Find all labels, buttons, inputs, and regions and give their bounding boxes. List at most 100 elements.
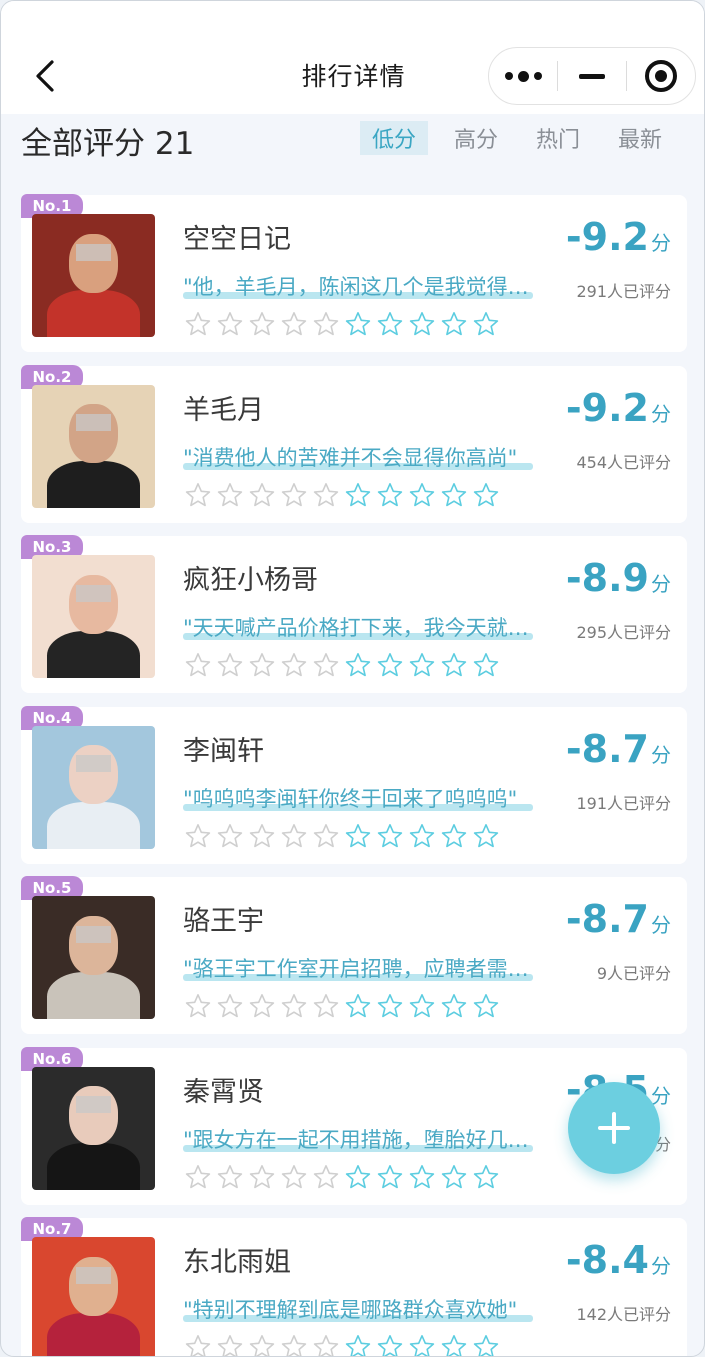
star-icon[interactable] [249, 1164, 275, 1194]
star-icon[interactable] [249, 482, 275, 512]
rating-stars[interactable] [185, 482, 499, 512]
star-icon[interactable] [281, 993, 307, 1023]
top-comment[interactable]: "骆王宇工作室开启招聘，应聘者需要有过被网暴的经历" [183, 953, 533, 983]
star-icon[interactable] [313, 652, 339, 682]
star-icon[interactable] [249, 311, 275, 341]
star-icon[interactable] [377, 993, 403, 1023]
avatar[interactable] [32, 1066, 155, 1190]
star-icon[interactable] [217, 652, 243, 682]
ranking-card-4[interactable]: No.4 李闽轩 "呜呜呜李闽轩你终于回来了呜呜呜" -8.7 分 191人已评分 [21, 705, 687, 864]
star-icon[interactable] [281, 1164, 307, 1194]
rating-stars[interactable] [185, 1334, 499, 1356]
star-icon[interactable] [313, 482, 339, 512]
star-icon[interactable] [473, 652, 499, 682]
star-icon[interactable] [409, 652, 435, 682]
rating-stars[interactable] [185, 993, 499, 1023]
star-icon[interactable] [441, 1334, 467, 1356]
star-icon[interactable] [313, 311, 339, 341]
top-comment[interactable]: "他，羊毛月，陈闲这几个是我觉得最恶心的网红" [183, 271, 533, 301]
ranking-card-3[interactable]: No.3 疯狂小杨哥 "天天喊产品价格打下来，我今天就把你打下来" -8.9分 … [21, 535, 687, 693]
sort-tab-low-score[interactable]: 低分 [359, 121, 428, 155]
star-icon[interactable] [473, 482, 499, 512]
star-icon[interactable] [441, 482, 467, 512]
star-icon[interactable] [249, 652, 275, 682]
star-icon[interactable] [345, 311, 371, 341]
star-icon[interactable] [217, 1164, 243, 1194]
star-icon[interactable] [473, 311, 499, 341]
star-icon[interactable] [409, 993, 435, 1023]
star-icon[interactable] [409, 1164, 435, 1194]
more-button[interactable] [489, 48, 557, 104]
star-icon[interactable] [185, 311, 211, 341]
rating-stars[interactable] [185, 1164, 499, 1194]
top-comment[interactable]: "消费他人的苦难并不会显得你高尚" [183, 442, 533, 472]
star-icon[interactable] [345, 993, 371, 1023]
avatar[interactable] [32, 384, 155, 508]
star-icon[interactable] [409, 311, 435, 341]
star-icon[interactable] [409, 823, 435, 853]
star-icon[interactable] [441, 823, 467, 853]
star-icon[interactable] [441, 652, 467, 682]
star-icon[interactable] [473, 823, 499, 853]
star-icon[interactable] [313, 993, 339, 1023]
star-icon[interactable] [185, 1164, 211, 1194]
star-icon[interactable] [249, 993, 275, 1023]
star-icon[interactable] [185, 823, 211, 853]
rating-stars[interactable] [185, 652, 499, 682]
star-icon[interactable] [345, 482, 371, 512]
star-icon[interactable] [473, 993, 499, 1023]
top-comment[interactable]: "特别不理解到底是哪路群众喜欢她" [183, 1294, 533, 1324]
star-icon[interactable] [281, 311, 307, 341]
ranking-card-5[interactable]: No.5 骆王宇 "骆王宇工作室开启招聘，应聘者需要有过被网暴的经历" -8.7… [21, 876, 687, 1034]
add-rating-button[interactable] [568, 1082, 660, 1174]
avatar[interactable] [32, 555, 155, 678]
star-icon[interactable] [249, 1334, 275, 1356]
star-icon[interactable] [377, 1164, 403, 1194]
star-icon[interactable] [313, 1334, 339, 1356]
star-icon[interactable] [345, 1164, 371, 1194]
star-icon[interactable] [217, 823, 243, 853]
star-icon[interactable] [281, 1334, 307, 1356]
star-icon[interactable] [217, 482, 243, 512]
star-icon[interactable] [345, 652, 371, 682]
star-icon[interactable] [185, 1334, 211, 1356]
sort-tab-high-score[interactable]: 高分 [442, 121, 510, 155]
avatar[interactable] [32, 1237, 155, 1356]
star-icon[interactable] [217, 993, 243, 1023]
star-icon[interactable] [473, 1334, 499, 1356]
avatar[interactable] [32, 725, 155, 849]
star-icon[interactable] [281, 482, 307, 512]
ranking-card-1[interactable]: No.1 空空日记 "他，羊毛月，陈闲这几个是我觉得最恶心的网红" -9.2分 … [21, 194, 687, 352]
star-icon[interactable] [441, 1164, 467, 1194]
star-icon[interactable] [473, 1164, 499, 1194]
star-icon[interactable] [217, 311, 243, 341]
minimize-button[interactable] [558, 48, 626, 104]
star-icon[interactable] [377, 652, 403, 682]
rating-stars[interactable] [185, 823, 499, 853]
star-icon[interactable] [377, 1334, 403, 1356]
rating-stars[interactable] [185, 311, 499, 341]
ranking-card-7[interactable]: No.7 东北雨姐 "特别不理解到底是哪路群众喜欢她" -8.4 分 142人已评… [21, 1217, 687, 1356]
top-comment[interactable]: "呜呜呜李闽轩你终于回来了呜呜呜" [183, 783, 533, 813]
star-icon[interactable] [409, 482, 435, 512]
top-comment[interactable]: "天天喊产品价格打下来，我今天就把你打下来" [183, 612, 533, 642]
star-icon[interactable] [313, 1164, 339, 1194]
avatar[interactable] [32, 214, 155, 337]
star-icon[interactable] [185, 652, 211, 682]
star-icon[interactable] [441, 311, 467, 341]
star-icon[interactable] [441, 993, 467, 1023]
star-icon[interactable] [217, 1334, 243, 1356]
star-icon[interactable] [185, 993, 211, 1023]
star-icon[interactable] [345, 1334, 371, 1356]
star-icon[interactable] [281, 823, 307, 853]
star-icon[interactable] [313, 823, 339, 853]
close-mini-program-button[interactable] [627, 48, 695, 104]
star-icon[interactable] [377, 823, 403, 853]
star-icon[interactable] [377, 482, 403, 512]
star-icon[interactable] [281, 652, 307, 682]
star-icon[interactable] [249, 823, 275, 853]
star-icon[interactable] [409, 1334, 435, 1356]
ranking-card-2[interactable]: No.2 羊毛月 "消费他人的苦难并不会显得你高尚" -9.2 分 454人已评分 [21, 364, 687, 523]
sort-tab-latest[interactable]: 最新 [606, 121, 674, 155]
star-icon[interactable] [345, 823, 371, 853]
